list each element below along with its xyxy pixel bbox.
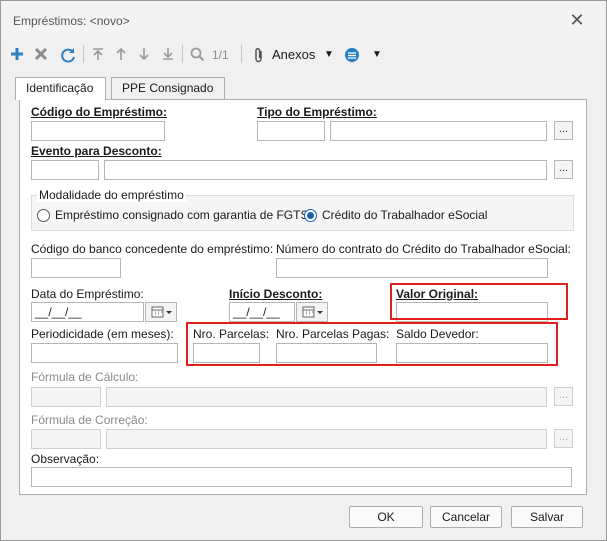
cancel-button[interactable]: Cancelar [430,506,502,528]
banco-input[interactable] [31,258,121,278]
plus-icon[interactable] [7,44,27,66]
tab-identificacao[interactable]: Identificação [15,77,106,100]
data-emprestimo-input[interactable]: __/__/__ [31,302,144,322]
delete-x-icon[interactable] [31,44,51,66]
banco-label: Código do banco concedente do empréstimo… [31,242,274,256]
toolbar-separator [241,45,242,63]
radio-credito-trabalhador[interactable] [304,209,317,222]
inicio-desconto-calendar-button[interactable] [296,302,328,322]
calendar-icon [151,306,172,318]
evento-code-input[interactable] [31,160,99,180]
formula-calculo-description-input[interactable] [106,387,547,407]
last-icon[interactable] [158,44,178,66]
window-title: Empréstimos: <novo> [13,14,130,28]
search-icon[interactable] [187,44,207,66]
page-indicator: 1/1 [212,48,229,62]
evento-lookup-button[interactable]: ... [554,160,573,179]
save-button[interactable]: Salvar [511,506,583,528]
tipo-code-input[interactable] [257,121,325,141]
tipo-lookup-button[interactable]: ... [554,121,573,140]
tipo-description-input[interactable] [330,121,547,141]
down-icon[interactable] [134,44,154,66]
ok-button[interactable]: OK [349,506,423,528]
hamburger-icon[interactable] [343,44,361,66]
formula-correcao-lookup-button[interactable]: ... [554,429,573,448]
formula-correcao-code-input[interactable] [31,429,101,449]
first-icon[interactable] [88,44,108,66]
toolbar-separator [182,45,183,63]
tab-ppe-consignado[interactable]: PPE Consignado [111,77,225,99]
tipo-label: Tipo do Empréstimo: [257,105,377,119]
radio-credito-label[interactable]: Crédito do Trabalhador eSocial [322,208,487,222]
codigo-label: Código do Empréstimo: [31,105,167,119]
inicio-desconto-label: Início Desconto: [229,287,323,301]
up-icon[interactable] [111,44,131,66]
formula-calculo-lookup-button[interactable]: ... [554,387,573,406]
refresh-icon[interactable] [57,44,79,66]
toolbar-separator [83,45,84,63]
observacao-label: Observação: [31,452,100,466]
highlight-valor-original [390,283,568,320]
evento-description-input[interactable] [104,160,547,180]
formula-correcao-description-input[interactable] [106,429,547,449]
data-emprestimo-calendar-button[interactable] [145,302,177,322]
highlight-parcelas-saldo [186,322,558,366]
formula-calculo-code-input[interactable] [31,387,101,407]
menu-dropdown-icon[interactable]: ▼ [372,45,382,65]
contrato-label: Número do contrato do Crédito do Trabalh… [276,242,571,256]
radio-fgts[interactable] [37,209,50,222]
title-bar: Empréstimos: <novo> ✕ [1,1,606,41]
codigo-input[interactable] [31,121,165,141]
formula-calculo-label: Fórmula de Cálculo: [31,370,139,384]
evento-label: Evento para Desconto: [31,144,162,158]
data-emprestimo-label: Data do Empréstimo: [31,287,144,301]
periodicidade-label: Periodicidade (em meses): [31,327,174,341]
attachments-label[interactable]: Anexos [272,45,315,65]
dialog-window: Empréstimos: <novo> ✕ 1/1 Anexos ▼ ▼ Ide… [0,0,607,541]
periodicidade-input[interactable] [31,343,178,363]
paperclip-icon[interactable] [251,44,267,66]
radio-fgts-label[interactable]: Empréstimo consignado com garantia de FG… [55,208,308,222]
observacao-input[interactable] [31,467,572,487]
formula-correcao-label: Fórmula de Correção: [31,413,148,427]
close-icon[interactable]: ✕ [567,10,587,30]
toolbar: 1/1 Anexos ▼ ▼ [1,41,606,69]
attachments-dropdown-icon[interactable]: ▼ [324,45,334,65]
inicio-desconto-input[interactable]: __/__/__ [229,302,295,322]
calendar-icon [302,306,323,318]
contrato-input[interactable] [276,258,548,278]
modalidade-label: Modalidade do empréstimo [37,188,186,202]
